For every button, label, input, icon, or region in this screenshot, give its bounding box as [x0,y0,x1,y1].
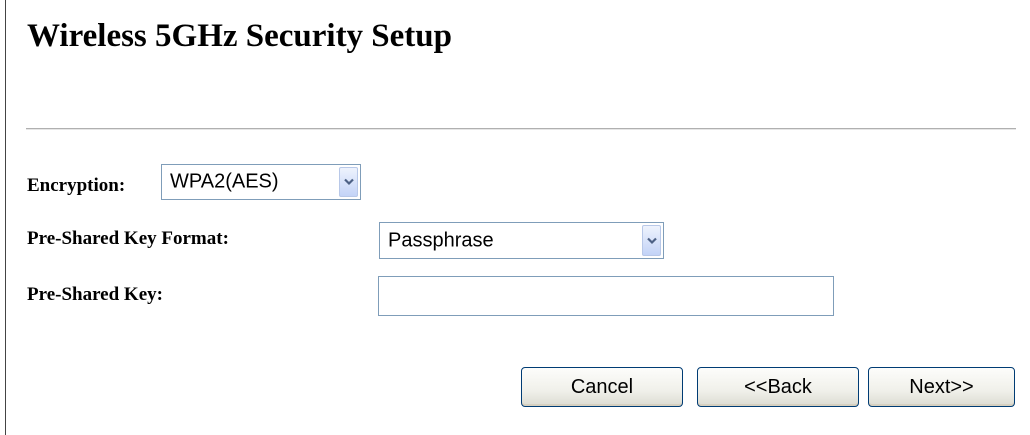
page-left-border [5,0,6,435]
divider [26,128,1016,130]
back-button[interactable]: <<Back [697,367,859,407]
encryption-select[interactable]: WPA2(AES) [161,164,361,200]
psk-label: Pre-Shared Key: [27,284,163,305]
page-title: Wireless 5GHz Security Setup [27,18,453,54]
psk-format-select-value: Passphrase [388,229,494,251]
psk-input[interactable] [378,276,834,316]
next-button[interactable]: Next>> [868,367,1015,407]
psk-format-label: Pre-Shared Key Format: [27,228,229,249]
chevron-down-icon[interactable] [339,167,358,197]
chevron-down-icon[interactable] [642,225,661,256]
encryption-label: Encryption: [27,175,126,196]
encryption-select-value: WPA2(AES) [170,170,279,193]
psk-format-select[interactable]: Passphrase [379,222,664,259]
cancel-button[interactable]: Cancel [521,367,683,407]
